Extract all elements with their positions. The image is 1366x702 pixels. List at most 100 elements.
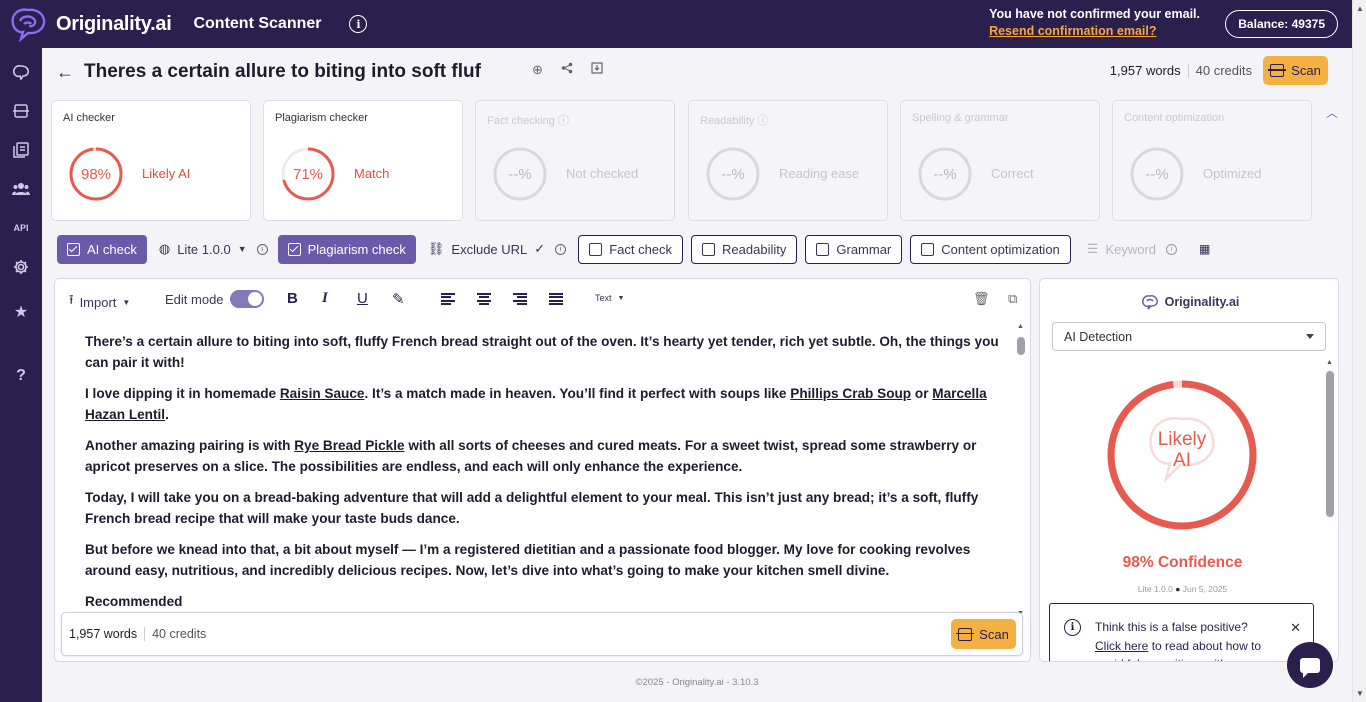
chat-launcher[interactable] xyxy=(1287,642,1333,688)
app-logo[interactable]: Originality.ai xyxy=(8,6,172,42)
link-rye-bread-pickle[interactable]: Rye Bread Pickle xyxy=(294,438,404,453)
import-button[interactable]: ⭱ Import ▼ xyxy=(69,291,130,313)
ai-score-ring: 98% xyxy=(68,146,124,202)
ai-likelihood-label: Likely AI xyxy=(1157,429,1207,471)
paragraph: Recommended xyxy=(85,594,183,609)
editor-scrollbar[interactable]: ▲ ▼ xyxy=(1016,323,1026,617)
detection-type-value: AI Detection xyxy=(1064,329,1133,344)
optimization-score-ring: --% xyxy=(1129,146,1185,202)
nav-help-icon[interactable]: ? xyxy=(11,366,31,386)
brain-logo-icon xyxy=(11,8,46,42)
share-icon[interactable] xyxy=(561,62,573,78)
align-justify-icon[interactable] xyxy=(549,293,563,305)
scroll-down-arrow-icon[interactable]: ▼ xyxy=(1356,689,1364,698)
paragraph: Today, I will take you on a bread-baking… xyxy=(85,490,979,526)
editor-content[interactable]: There’s a certain allure to biting into … xyxy=(85,331,1005,622)
link-raisin-sauce[interactable]: Raisin Sauce xyxy=(280,386,365,401)
card-ai-checker[interactable]: AI checker 98% Likely AI xyxy=(51,100,251,221)
link-phillips-crab-soup[interactable]: Phillips Crab Soup xyxy=(790,386,911,401)
copy-icon[interactable]: ⧉ xyxy=(1008,291,1017,307)
align-center-icon[interactable] xyxy=(477,293,491,305)
scan-button-top[interactable]: Scan xyxy=(1263,56,1328,85)
model-meta: Lite 1.0.0 ● Jun 5, 2025 xyxy=(1137,584,1228,594)
false-positive-link[interactable]: Click here xyxy=(1095,639,1148,653)
card-title: AI checker xyxy=(63,112,115,124)
exclude-url-info-icon[interactable]: i xyxy=(555,243,567,255)
text-style-label: Text xyxy=(595,293,612,303)
model-info-icon[interactable]: i xyxy=(256,243,268,255)
keyword-info-icon[interactable]: i xyxy=(1166,243,1178,255)
nav-settings-gear-icon[interactable] xyxy=(11,257,31,277)
panel-scrollbar[interactable]: ▲ xyxy=(1325,359,1335,659)
editor-scroll-thumb[interactable] xyxy=(1017,337,1025,355)
close-icon[interactable]: ✕ xyxy=(1290,620,1301,636)
nav-star-icon[interactable]: ★ xyxy=(11,302,31,322)
detection-type-select[interactable]: AI Detection xyxy=(1052,322,1326,351)
readability-toggle[interactable]: Readability xyxy=(691,234,798,264)
back-arrow-icon[interactable]: ← xyxy=(56,62,74,83)
ai-status: Likely AI xyxy=(142,166,191,181)
info-icon[interactable]: i xyxy=(349,15,368,33)
document-header: ← Theres a certain allure to biting into… xyxy=(42,48,1352,94)
exclude-url-button[interactable]: ⛓ Exclude URL ✓ xyxy=(422,235,551,264)
edit-mode-switch[interactable]: Edit mode xyxy=(165,290,264,308)
upload-icon: ⭱ xyxy=(69,292,74,307)
panel-scroll-thumb[interactable] xyxy=(1326,371,1334,517)
card-readability[interactable]: Readability ⓘ --% Reading ease xyxy=(688,100,888,221)
checkbox-checked-icon xyxy=(287,242,301,256)
highlighter-icon[interactable]: ✎ xyxy=(392,290,405,308)
align-left-icon[interactable] xyxy=(441,293,455,305)
scroll-up-arrow-icon[interactable]: ▲ xyxy=(1356,4,1364,13)
nav-scanner-icon[interactable] xyxy=(11,101,31,121)
nav-brain-icon[interactable] xyxy=(11,62,31,82)
fact-check-toggle[interactable]: Fact check xyxy=(578,234,684,264)
plagiarism-status: Match xyxy=(354,166,390,181)
grammar-toggle[interactable]: Grammar xyxy=(805,234,903,264)
chevron-down-icon: ▼ xyxy=(617,294,625,302)
grammar-status: Correct xyxy=(991,166,1034,181)
text-style-select[interactable]: Text ▼ xyxy=(595,293,624,303)
checkmark-icon: ✓ xyxy=(534,241,546,256)
grammar-label: Grammar xyxy=(836,241,892,257)
content-optimization-toggle[interactable]: Content optimization xyxy=(910,234,1071,264)
sliders-icon: ☰ xyxy=(1086,241,1099,256)
nav-api-icon[interactable]: API xyxy=(11,218,31,238)
edit-mode-toggle[interactable] xyxy=(229,290,264,308)
ai-likelihood-ring: Likely AI xyxy=(1106,379,1258,531)
card-plagiarism-checker[interactable]: Plagiarism checker 71% Match xyxy=(263,100,463,221)
model-select[interactable]: ◍ Lite 1.0.0 ▼ xyxy=(153,235,253,264)
card-spelling-grammar[interactable]: Spelling & grammar --% Correct xyxy=(900,100,1100,221)
document-title[interactable]: Theres a certain allure to biting into s… xyxy=(84,61,481,83)
scroll-up-arrow-icon[interactable]: ▲ xyxy=(1326,359,1333,366)
resend-confirmation-link[interactable]: Resend confirmation email? xyxy=(989,24,1200,38)
calendar-icon[interactable]: ▦ xyxy=(1199,242,1210,256)
underline-icon[interactable]: U xyxy=(357,290,368,307)
readability-score-value: --% xyxy=(721,165,745,183)
ai-check-toggle[interactable]: AI check xyxy=(57,234,147,264)
card-fact-checking[interactable]: Fact checking ⓘ --% Not checked xyxy=(475,100,675,221)
page-scrollbar[interactable]: ▲ ▼ xyxy=(1352,0,1366,702)
keyword-button[interactable]: ☰ Keyword xyxy=(1081,235,1162,264)
scan-label: Scan xyxy=(1291,63,1321,78)
balance-badge[interactable]: Balance: 49375 xyxy=(1225,10,1338,38)
download-icon[interactable] xyxy=(591,62,603,78)
word-credit-summary: 1,957 words 40 credits xyxy=(1110,63,1252,78)
grammar-score-ring: --% xyxy=(917,146,973,202)
scan-label: Scan xyxy=(979,626,1009,642)
scroll-up-arrow-icon[interactable]: ▲ xyxy=(1017,323,1024,330)
collapse-chevron-up-icon[interactable]: ︿ xyxy=(1326,104,1338,121)
plagiarism-check-toggle[interactable]: Plagiarism check xyxy=(277,234,416,264)
readability-status: Reading ease xyxy=(779,166,860,181)
card-content-optimization[interactable]: Content optimization --% Optimized xyxy=(1112,100,1312,221)
add-circle-icon[interactable]: ⊕ xyxy=(532,62,543,78)
grammar-score-value: --% xyxy=(933,165,957,183)
italic-icon[interactable]: I xyxy=(322,290,328,307)
nav-documents-icon[interactable] xyxy=(11,140,31,160)
nav-team-icon[interactable] xyxy=(11,179,31,199)
card-title: Readability ⓘ xyxy=(700,115,769,127)
align-right-icon[interactable] xyxy=(513,293,527,305)
paragraph: But before we knead into that, a bit abo… xyxy=(85,542,971,578)
trash-icon[interactable]: 🗑 xyxy=(973,291,990,307)
bold-icon[interactable]: B xyxy=(287,290,298,307)
scan-button-bottom[interactable]: Scan xyxy=(951,619,1016,649)
